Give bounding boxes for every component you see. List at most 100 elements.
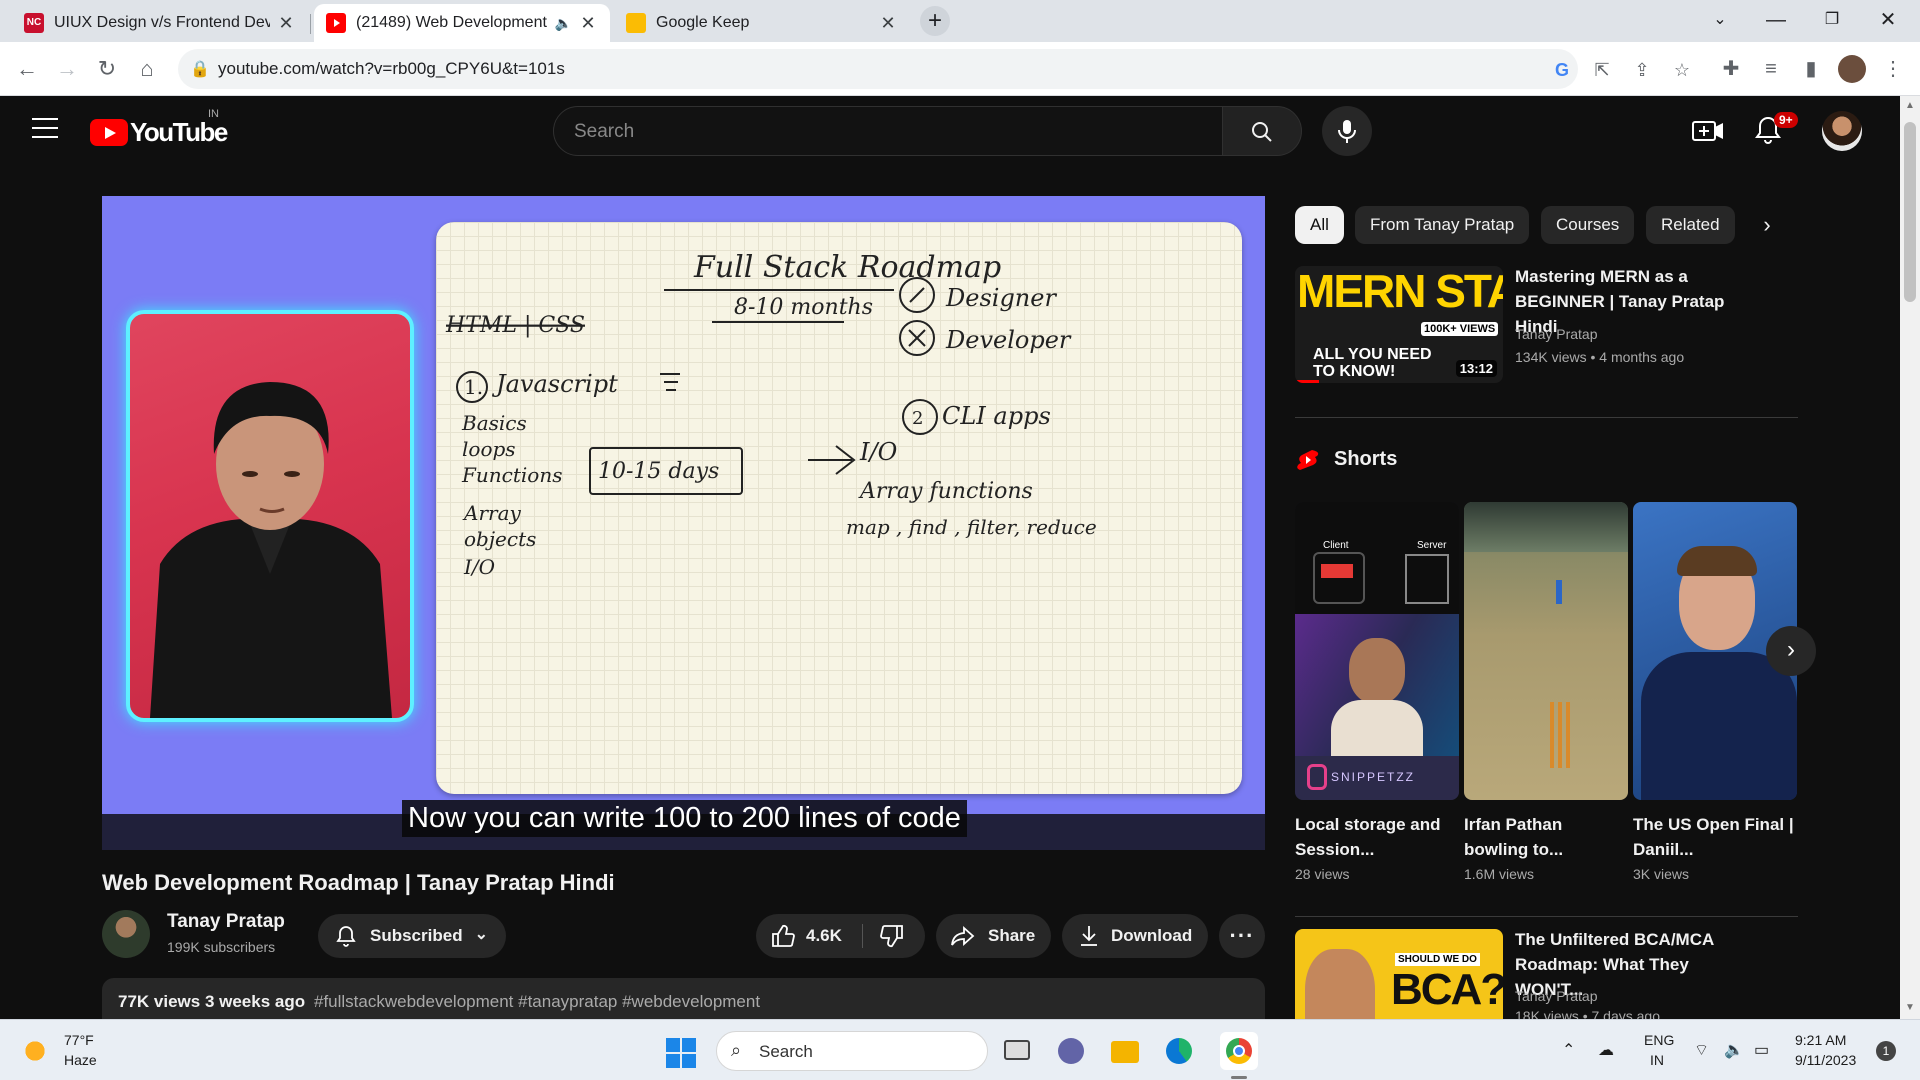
svg-text:Basics: Basics (461, 411, 527, 435)
download-label: Download (1111, 926, 1193, 945)
like-button[interactable]: 4.6K (756, 914, 862, 958)
chrome-browser-icon[interactable] (1220, 1032, 1258, 1070)
close-tab-icon[interactable]: ✕ (276, 13, 296, 34)
presenter-shape (1305, 949, 1375, 1019)
short-title[interactable]: The US Open Final | Daniil... (1633, 812, 1797, 862)
scroll-up-icon[interactable]: ▲ (1904, 100, 1916, 111)
back-icon[interactable]: ← (10, 52, 44, 86)
file-explorer-icon[interactable] (1106, 1032, 1144, 1070)
menu-icon[interactable] (32, 118, 58, 138)
windows-start-icon[interactable] (666, 1038, 696, 1068)
view-count: 134K views (1515, 349, 1587, 365)
search-icon: ⌕ (731, 1040, 742, 1060)
short-title[interactable]: Irfan Pathan bowling to... (1464, 812, 1628, 862)
recommendation-thumbnail[interactable]: MERN STACK 100K+ VIEWS ALL YOU NEED TO K… (1295, 266, 1503, 383)
edge-browser-icon[interactable] (1160, 1032, 1198, 1070)
youtube-logo[interactable]: YouTube IN (90, 108, 228, 147)
tab-uiux-design[interactable]: NC UIUX Design v/s Frontend Develo ✕ (12, 4, 308, 42)
description-box[interactable]: 77K views 3 weeks ago #fullstackwebdevel… (102, 978, 1265, 1019)
weather-haze-icon[interactable] (20, 1036, 50, 1066)
bookmark-star-icon[interactable]: ☆ (1670, 58, 1694, 82)
chip-related[interactable]: Related (1646, 206, 1735, 244)
tab-google-keep[interactable]: Google Keep ✕ (614, 4, 910, 42)
share-button[interactable]: Share (936, 914, 1051, 958)
weather-temperature[interactable]: 77°F (64, 1032, 94, 1048)
shorts-heading: Shorts (1334, 448, 1398, 470)
address-bar[interactable]: 🔒 youtube.com/watch?v=rb00g_CPY6U&t=101s… (178, 49, 1690, 89)
voice-search-button[interactable] (1322, 106, 1372, 156)
url-text[interactable]: youtube.com/watch?v=rb00g_CPY6U&t=101s (218, 59, 565, 79)
input-language[interactable]: ENG (1644, 1032, 1674, 1048)
download-button[interactable]: Download (1062, 914, 1208, 958)
channel-name[interactable]: Tanay Pratap (167, 911, 285, 933)
search-button[interactable] (1222, 106, 1302, 156)
side-panel-icon[interactable]: ▮ (1794, 52, 1828, 86)
battery-icon[interactable]: ▭ (1754, 1040, 1769, 1060)
taskbar-search-box[interactable]: ⌕ Search (716, 1031, 988, 1071)
new-tab-button[interactable]: + (920, 6, 950, 36)
search-input[interactable]: Search (553, 106, 1223, 156)
speaker-icon[interactable]: 🔈 (555, 15, 572, 32)
clock-date[interactable]: 9/11/2023 (1795, 1052, 1856, 1068)
account-avatar[interactable] (1822, 111, 1862, 151)
close-window-button[interactable]: ✕ (1860, 0, 1916, 42)
reload-icon[interactable]: ↻ (90, 52, 124, 86)
wifi-icon[interactable]: ⌔ (1694, 1040, 1709, 1060)
country-code: IN (208, 108, 219, 120)
tab-strip: NC UIUX Design v/s Frontend Develo ✕ (21… (0, 0, 1920, 42)
short-thumbnail[interactable] (1464, 502, 1628, 800)
dislike-button[interactable] (863, 914, 925, 958)
extensions-icon[interactable]: ✚ (1714, 52, 1748, 86)
media-controls-icon[interactable]: ≡ (1754, 52, 1788, 86)
clock-time[interactable]: 9:21 AM (1795, 1032, 1846, 1048)
short-thumbnail[interactable]: Client Server SNIPPETZZ (1295, 502, 1459, 800)
recommendation-channel[interactable]: Tanay Pratap (1515, 324, 1598, 344)
forward-icon[interactable]: → (50, 52, 84, 86)
onedrive-cloud-icon[interactable]: ☁ (1598, 1040, 1614, 1060)
task-view-icon[interactable] (998, 1032, 1036, 1070)
home-icon[interactable]: ⌂ (130, 52, 164, 86)
create-video-button[interactable] (1690, 114, 1726, 148)
close-tab-icon[interactable]: ✕ (578, 13, 598, 34)
video-frame[interactable]: Full Stack Roadmap 8-10 months Designer … (102, 196, 1265, 814)
lock-icon[interactable]: 🔒 (190, 59, 210, 79)
chevron-up-icon[interactable]: ⌃ (1562, 1040, 1575, 1060)
search-icon (1252, 122, 1272, 142)
maximize-button[interactable]: ❐ (1804, 0, 1860, 42)
short-title[interactable]: Local storage and Session... (1295, 812, 1459, 862)
channel-avatar[interactable] (102, 910, 150, 958)
page-scrollbar[interactable]: ▲ ▼ (1900, 96, 1920, 1019)
scroll-down-icon[interactable]: ▼ (1904, 1002, 1916, 1013)
tab-search-chevron-icon[interactable]: ⌄ (1692, 0, 1748, 42)
recommendation-views: 18K views • 7 days ago (1515, 1006, 1660, 1019)
subscribed-button[interactable]: Subscribed ⌄ (318, 914, 506, 958)
weather-description[interactable]: Haze (64, 1052, 97, 1068)
tab-web-development[interactable]: (21489) Web Development R 🔈 ✕ (314, 4, 610, 42)
scrollbar-thumb[interactable] (1904, 122, 1916, 302)
share-page-icon[interactable]: ⇪ (1630, 58, 1654, 82)
video-player[interactable]: Full Stack Roadmap 8-10 months Designer … (102, 196, 1265, 850)
chip-all[interactable]: All (1295, 206, 1344, 244)
svg-text:objects: objects (464, 527, 536, 551)
recommendation-channel[interactable]: Tanay Pratap (1515, 986, 1598, 1006)
tab-separator (310, 14, 311, 34)
google-lens-icon[interactable]: G (1550, 58, 1574, 82)
minimize-button[interactable]: — (1748, 0, 1804, 42)
input-region[interactable]: IN (1650, 1052, 1664, 1068)
more-actions-button[interactable]: ··· (1219, 914, 1265, 958)
chip-from-tanay-pratap[interactable]: From Tanay Pratap (1355, 206, 1530, 244)
svg-text:10-15 days: 10-15 days (598, 459, 719, 484)
svg-text:CLI apps: CLI apps (942, 402, 1051, 430)
hashtags[interactable]: #fullstackwebdevelopment #tanaypratap #w… (314, 992, 760, 1012)
notification-count-badge[interactable]: 1 (1876, 1041, 1896, 1061)
teams-chat-icon[interactable] (1052, 1032, 1090, 1070)
volume-icon[interactable]: 🔈 (1724, 1040, 1744, 1060)
chevron-right-icon[interactable]: › (1766, 626, 1816, 676)
browser-menu-icon[interactable]: ⋮ (1876, 52, 1910, 86)
close-tab-icon[interactable]: ✕ (878, 13, 898, 34)
chevron-right-icon[interactable]: › (1752, 210, 1782, 240)
open-in-app-icon[interactable]: ⇱ (1590, 58, 1614, 82)
browser-profile-avatar[interactable] (1838, 55, 1866, 83)
recommendation-thumbnail[interactable]: SHOULD WE DO BCA? (1295, 929, 1503, 1019)
chip-courses[interactable]: Courses (1541, 206, 1635, 244)
